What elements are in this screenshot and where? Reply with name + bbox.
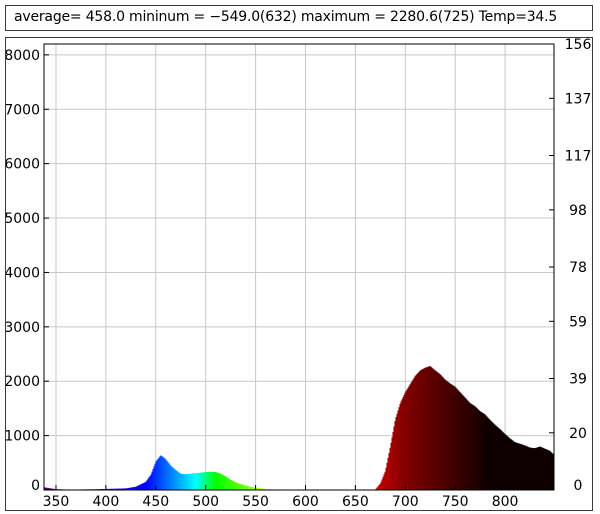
spectrum-area (44, 366, 554, 490)
y2-tick-label: 78 (569, 260, 587, 276)
y2-tick-label: 156 (565, 38, 592, 53)
x-tick-label: 450 (142, 494, 169, 510)
x-tick-label: 550 (242, 494, 269, 510)
y-tick-label: 2000 (6, 374, 40, 390)
y2-tick-label: 117 (565, 149, 592, 165)
y2-tick-label: 0 (574, 478, 583, 494)
x-tick-label: 400 (93, 494, 120, 510)
x-tick-label: 500 (192, 494, 219, 510)
y2-tick-label: 20 (569, 426, 587, 442)
x-tick-label: 700 (392, 494, 419, 510)
x-tick-label: 750 (442, 494, 469, 510)
spectrum-chart: 0 1000 2000 3000 4000 5000 6000 7000 8000 0 20 39 5… (4, 37, 592, 510)
y-axis-left-ticks: 0 1000 2000 3000 4000 5000 6000 7000 8000 (4, 48, 49, 494)
y-tick-label: 3000 (6, 320, 40, 336)
statistics-readout: average= 458.0 mininum = −549.0(632) max… (14, 9, 558, 25)
y-tick-label: 7000 (6, 102, 40, 118)
y2-tick-label: 137 (565, 91, 592, 107)
spectrum-chart-panel: 0 1000 2000 3000 4000 5000 6000 7000 8000 0 20 39 5… (4, 37, 593, 511)
y-axis-right-ticks: 0 20 39 59 78 98 117 137 156 (549, 37, 592, 494)
y-tick-label: 8000 (6, 48, 40, 64)
status-bar: average= 458.0 mininum = −549.0(632) max… (5, 5, 593, 31)
x-tick-label: 800 (492, 494, 519, 510)
x-tick-label: 350 (43, 494, 70, 510)
x-tick-label: 600 (292, 494, 319, 510)
y2-tick-label: 98 (569, 203, 587, 219)
y-tick-label: 4000 (6, 265, 40, 281)
y-tick-label: 0 (31, 478, 40, 494)
x-tick-label: 650 (342, 494, 369, 510)
y-tick-label: 5000 (6, 211, 40, 227)
y-tick-label: 6000 (6, 157, 40, 173)
y-tick-label: 1000 (6, 429, 40, 445)
y2-tick-label: 39 (569, 372, 587, 388)
y2-tick-label: 59 (569, 314, 587, 330)
